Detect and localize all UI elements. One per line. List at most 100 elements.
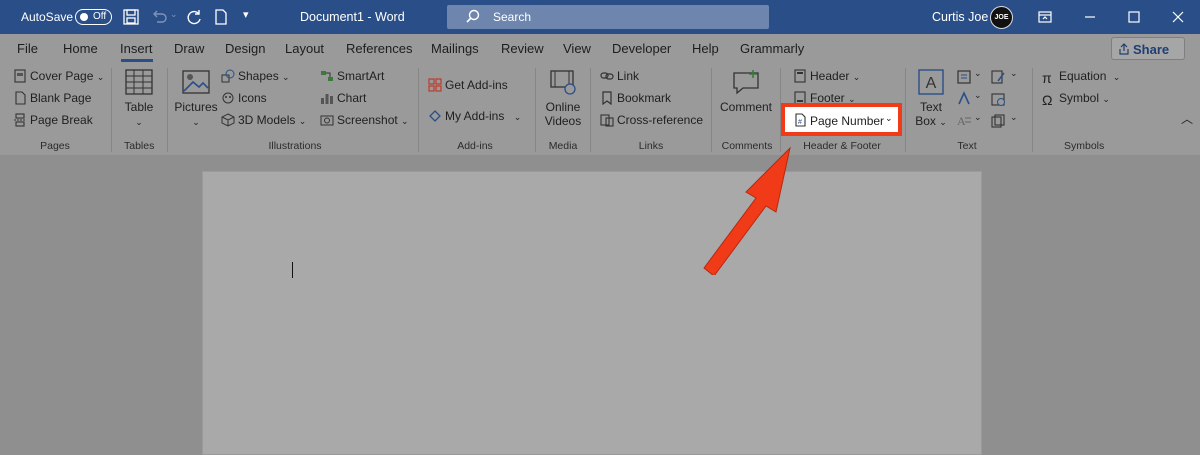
group-label-media: Media — [548, 140, 578, 152]
group-divider — [167, 68, 168, 152]
tab-mailings[interactable]: Mailings — [431, 41, 479, 56]
pictures-button[interactable]: Pictures ⌄ — [174, 68, 218, 129]
ribbon-display-options-icon[interactable] — [1035, 7, 1055, 27]
online-videos-icon — [550, 70, 576, 95]
table-icon — [125, 69, 153, 95]
new-document-icon[interactable] — [212, 8, 230, 26]
online-videos-button[interactable]: Online Videos — [540, 68, 586, 128]
object-icon[interactable] — [990, 113, 1006, 129]
tab-home[interactable]: Home — [63, 41, 98, 56]
group-label-text: Text — [957, 140, 977, 152]
drop-cap-icon[interactable]: A — [956, 113, 972, 129]
my-add-ins-icon — [429, 110, 441, 122]
tab-draw[interactable]: Draw — [174, 41, 204, 56]
pictures-icon — [182, 70, 210, 94]
screenshot-button[interactable]: Screenshot ⌄ — [320, 113, 409, 127]
header-label: Header — [810, 69, 850, 83]
chevron-down-icon[interactable]: ⌄ — [974, 68, 982, 79]
search-box[interactable]: Search — [447, 5, 769, 29]
my-add-ins-button[interactable]: My Add-ins ⌄ — [428, 109, 521, 123]
minimize-icon[interactable] — [1080, 7, 1100, 27]
tab-design[interactable]: Design — [225, 41, 265, 56]
link-button[interactable]: Link — [600, 69, 639, 83]
equation-button[interactable]: π Equation ⌄ — [1042, 69, 1120, 85]
cross-reference-icon — [600, 114, 614, 127]
maximize-icon[interactable] — [1124, 7, 1144, 27]
ribbon: File Home Insert Draw Design Layout Refe… — [0, 34, 1200, 155]
tab-grammarly[interactable]: Grammarly — [740, 41, 804, 56]
title-bar: AutoSave Off ⌄ ▾ Document1 - Word Search… — [0, 0, 1200, 34]
ribbon-tabs: File Home Insert Draw Design Layout Refe… — [0, 34, 1200, 62]
chevron-down-icon[interactable]: ⌄ — [974, 90, 982, 101]
user-name[interactable]: Curtis Joe — [932, 10, 988, 24]
cover-page-button[interactable]: Cover Page ⌄ — [13, 69, 104, 83]
share-label: Share — [1133, 42, 1170, 57]
cover-page-icon — [14, 69, 26, 83]
shapes-icon — [221, 69, 235, 83]
redo-icon[interactable] — [185, 8, 203, 26]
collapse-ribbon-icon[interactable]: ︿ — [1181, 110, 1193, 127]
chevron-down-icon: ⌄ — [96, 72, 105, 82]
table-button[interactable]: Table ⌄ — [119, 68, 159, 129]
3d-cube-icon — [221, 113, 235, 127]
group-divider — [535, 68, 536, 152]
comment-button[interactable]: Comment — [719, 68, 773, 114]
my-add-ins-label: My Add-ins — [445, 109, 505, 123]
text-box-button[interactable]: A Text Box ⌄ — [911, 68, 951, 129]
ribbon-content: Cover Page ⌄ Blank Page Page Break Pages… — [0, 62, 1200, 155]
customize-toolbar-icon[interactable]: ▾ — [243, 8, 249, 21]
cross-reference-button[interactable]: Cross-reference — [600, 113, 703, 127]
chevron-down-icon[interactable]: ⌄ — [1010, 68, 1018, 79]
chevron-down-icon: ⌄ — [513, 112, 522, 122]
symbol-label: Symbol — [1059, 91, 1100, 105]
autosave-label: AutoSave — [21, 10, 74, 24]
page-break-icon — [14, 113, 26, 127]
tab-view[interactable]: View — [563, 41, 591, 56]
get-add-ins-button[interactable]: Get Add-ins — [428, 78, 508, 92]
header-button[interactable]: Header ⌄ — [793, 69, 860, 83]
3d-models-label: 3D Models — [238, 113, 296, 127]
chevron-down-icon: ⌄ — [939, 117, 947, 127]
tab-references[interactable]: References — [346, 41, 412, 56]
bookmark-icon — [602, 91, 612, 105]
close-icon[interactable] — [1168, 7, 1188, 27]
chart-button[interactable]: Chart — [320, 91, 366, 105]
page-break-button[interactable]: Page Break — [13, 113, 93, 127]
autosave-toggle[interactable]: Off — [75, 9, 112, 25]
wordart-icon[interactable] — [956, 91, 972, 107]
group-label-header-footer: Header & Footer — [803, 140, 881, 152]
chevron-down-icon[interactable]: ⌄ — [974, 112, 982, 123]
shapes-button[interactable]: Shapes ⌄ — [221, 69, 290, 83]
comment-icon — [733, 70, 759, 95]
bookmark-button[interactable]: Bookmark — [600, 91, 671, 105]
symbol-button[interactable]: Ω Symbol ⌄ — [1042, 91, 1110, 107]
blank-page-button[interactable]: Blank Page — [13, 91, 91, 105]
tab-developer[interactable]: Developer — [612, 41, 671, 56]
tab-help[interactable]: Help — [692, 41, 719, 56]
document-page[interactable] — [202, 171, 982, 455]
page-number-button[interactable]: # Page Number ⌄ — [781, 103, 902, 136]
chevron-down-icon[interactable]: ⌄ — [1010, 112, 1018, 123]
quick-parts-icon[interactable] — [956, 69, 972, 85]
date-time-icon[interactable] — [990, 91, 1006, 107]
comment-label: Comment — [719, 100, 772, 114]
icons-button[interactable]: Icons — [221, 91, 267, 105]
tab-insert[interactable]: Insert — [120, 41, 153, 56]
save-icon[interactable] — [122, 8, 140, 26]
text-cursor — [292, 262, 293, 278]
3d-models-button[interactable]: 3D Models ⌄ — [221, 113, 306, 127]
signature-line-icon[interactable] — [990, 69, 1006, 85]
share-button[interactable]: Share — [1111, 37, 1185, 60]
tab-review[interactable]: Review — [501, 41, 544, 56]
chevron-down-icon: ⌄ — [401, 116, 409, 126]
tab-layout[interactable]: Layout — [285, 41, 324, 56]
smartart-button[interactable]: SmartArt — [320, 69, 384, 83]
screenshot-icon — [320, 115, 334, 126]
screenshot-label: Screenshot — [337, 113, 398, 127]
autosave-state: Off — [93, 11, 107, 22]
group-label-illustrations: Illustrations — [268, 140, 322, 152]
avatar[interactable]: JOE — [990, 6, 1013, 29]
undo-dropdown-icon[interactable]: ⌄ — [170, 9, 178, 20]
tab-file[interactable]: File — [17, 41, 38, 56]
undo-icon[interactable] — [150, 8, 168, 26]
